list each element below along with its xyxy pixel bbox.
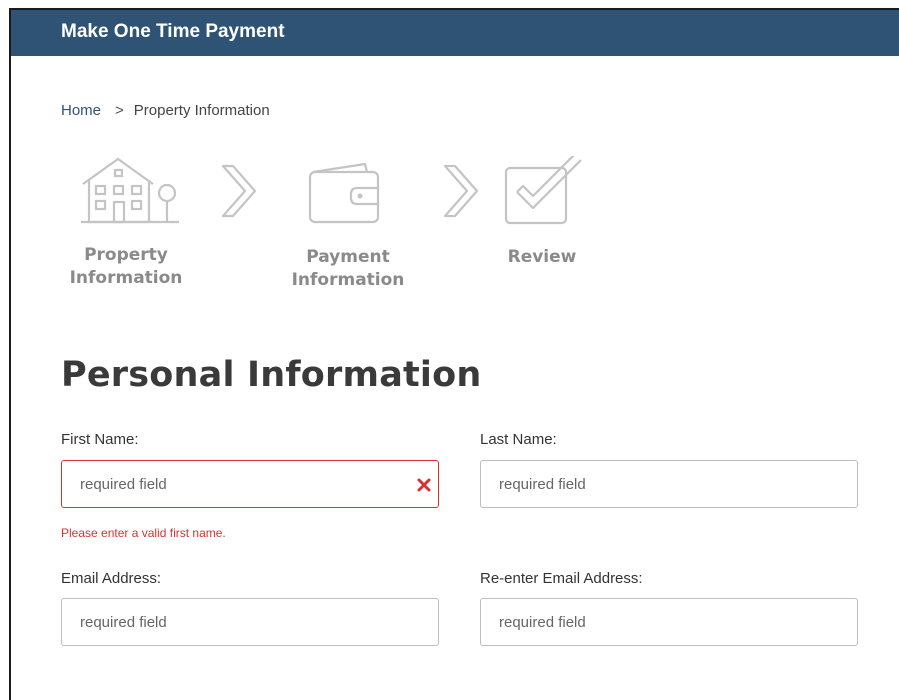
- last-name-label: Last Name:: [480, 431, 557, 448]
- header-bar: Make One Time Payment: [11, 10, 899, 56]
- first-name-error: Please enter a valid first name.: [61, 526, 226, 540]
- breadcrumb: Home > Property Information: [61, 102, 270, 119]
- error-close-icon: [417, 478, 431, 492]
- breadcrumb-home-link[interactable]: Home: [61, 102, 101, 119]
- page-header-title: Make One Time Payment: [61, 21, 285, 42]
- progress-steps: Property Information Payment Information…: [11, 150, 711, 300]
- section-title: Personal Information: [61, 355, 482, 395]
- email-confirm-label: Re-enter Email Address:: [480, 570, 643, 587]
- first-name-input[interactable]: [61, 460, 439, 508]
- breadcrumb-current: Property Information: [133, 102, 270, 119]
- last-name-input[interactable]: [480, 460, 858, 508]
- wallet-icon: [308, 162, 380, 224]
- first-name-label: First Name:: [61, 431, 139, 448]
- step-label-payment: Payment Information: [291, 247, 405, 290]
- chevron-right-icon: [443, 164, 479, 218]
- email-confirm-input[interactable]: [480, 598, 858, 646]
- email-label: Email Address:: [61, 570, 162, 587]
- step-label-review: Review: [507, 247, 577, 267]
- breadcrumb-separator: >: [115, 102, 124, 119]
- app-frame: Make One Time Payment Home > Property Info…: [9, 8, 899, 700]
- chevron-right-icon: [221, 164, 257, 218]
- house-icon: [81, 157, 179, 224]
- checkbox-icon: [504, 156, 582, 225]
- email-input[interactable]: [61, 598, 439, 646]
- step-label-property: Property Information: [69, 245, 183, 288]
